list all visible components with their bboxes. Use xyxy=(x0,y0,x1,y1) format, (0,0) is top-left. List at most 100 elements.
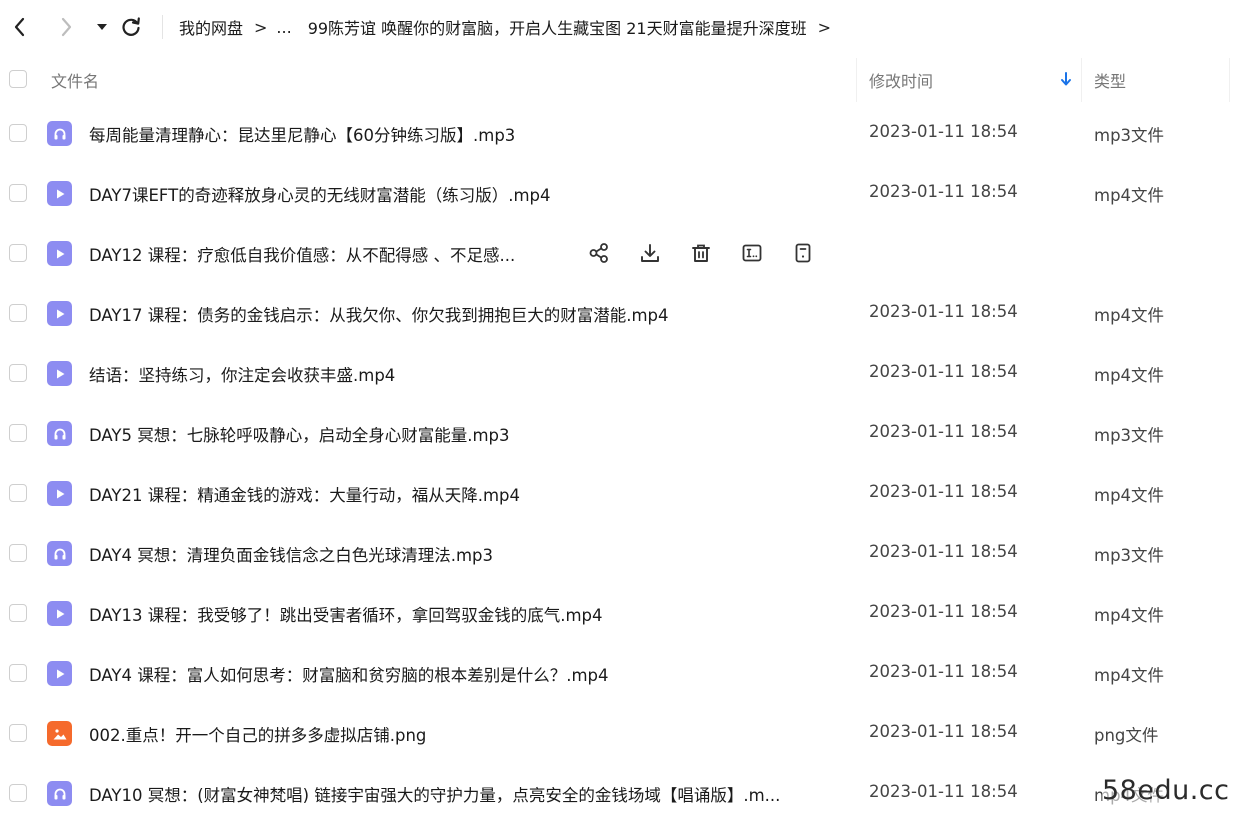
file-type: png文件 xyxy=(1094,726,1159,745)
rename-button[interactable] xyxy=(739,240,765,266)
refresh-icon xyxy=(122,17,140,36)
file-name[interactable]: DAY7课EFT的奇迹释放身心灵的无线财富潜能（练习版）.mp4 xyxy=(89,182,551,206)
video-file-icon xyxy=(47,481,72,506)
forward-button[interactable] xyxy=(52,12,80,42)
column-header-type[interactable]: 类型 xyxy=(1094,68,1126,92)
row-checkbox[interactable] xyxy=(9,664,27,682)
back-button[interactable] xyxy=(6,12,34,42)
row-checkbox[interactable] xyxy=(9,604,27,622)
table-row[interactable]: DAY4 冥想：清理负面金钱信念之白色光球清理法.mp3 2023-01-11 1… xyxy=(0,524,1238,584)
download-button[interactable] xyxy=(637,240,663,266)
column-divider xyxy=(1229,58,1230,102)
rename-icon xyxy=(742,244,762,262)
file-modified-time: 2023-01-11 18:54 xyxy=(869,182,1018,201)
delete-button[interactable] xyxy=(688,240,714,266)
details-button[interactable] xyxy=(790,240,816,266)
file-type: mp4文件 xyxy=(1094,366,1165,385)
file-type: mp4文件 xyxy=(1094,666,1165,685)
file-modified-time: 2023-01-11 18:54 xyxy=(869,602,1018,621)
file-name[interactable]: DAY12 课程：疗愈低自我价值感：从不配得感 、不足感... xyxy=(89,242,515,266)
breadcrumb-current[interactable]: 99陈芳谊 唤醒你的财富脑，开启人生藏宝图 21天财富能量提升深度班 xyxy=(308,15,807,39)
table-row[interactable]: 结语：坚持练习，你注定会收获丰盛.mp4 2023-01-11 18:54 mp4文… xyxy=(0,344,1238,404)
audio-file-icon xyxy=(47,781,72,806)
video-file-icon xyxy=(47,361,72,386)
file-type: mp4文件 xyxy=(1094,486,1165,505)
file-modified-time: 2023-01-11 18:54 xyxy=(869,782,1018,801)
file-type: mp4文件 xyxy=(1094,606,1165,625)
breadcrumb: 我的网盘 > ... 99陈芳谊 唤醒你的财富脑，开启人生藏宝图 21天财富能量… xyxy=(179,14,840,40)
history-dropdown-button[interactable] xyxy=(88,12,116,42)
audio-file-icon xyxy=(47,421,72,446)
table-row[interactable]: DAY17 课程：债务的金钱启示：从我欠你、你欠我到拥抱巨大的财富潜能.mp4 2… xyxy=(0,284,1238,344)
file-type: mp4文件 xyxy=(1094,186,1165,205)
navigation-bar: 我的网盘 > ... 99陈芳谊 唤醒你的财富脑，开启人生藏宝图 21天财富能量… xyxy=(0,0,1238,54)
table-header: 文件名 修改时间 类型 xyxy=(0,54,1238,104)
share-icon xyxy=(589,243,608,263)
column-divider[interactable] xyxy=(1081,58,1082,102)
video-file-icon xyxy=(47,661,72,686)
watermark-text: 58edu.cc xyxy=(1102,775,1230,806)
delete-icon xyxy=(692,244,710,262)
column-divider[interactable] xyxy=(856,58,857,102)
column-header-name[interactable]: 文件名 xyxy=(51,68,99,92)
table-row[interactable]: DAY13 课程：我受够了！跳出受害者循环，拿回驾驭金钱的底气.mp4 2023-… xyxy=(0,584,1238,644)
breadcrumb-separator: > xyxy=(817,17,831,37)
download-icon xyxy=(641,244,659,262)
row-checkbox[interactable] xyxy=(9,544,27,562)
file-name[interactable]: DAY21 课程：精通金钱的游戏：大量行动，福从天降.mp4 xyxy=(89,482,520,506)
breadcrumb-root[interactable]: 我的网盘 xyxy=(179,15,243,39)
file-type: mp4文件 xyxy=(1094,306,1165,325)
select-all-checkbox[interactable] xyxy=(9,70,27,88)
row-checkbox[interactable] xyxy=(9,124,27,142)
file-modified-time: 2023-01-11 18:54 xyxy=(869,122,1018,141)
column-header-modified[interactable]: 修改时间 xyxy=(869,68,933,92)
row-checkbox[interactable] xyxy=(9,784,27,802)
file-type: mp3文件 xyxy=(1094,546,1165,565)
chevron-right-icon xyxy=(61,17,72,37)
file-name[interactable]: DAY4 冥想：清理负面金钱信念之白色光球清理法.mp3 xyxy=(89,542,493,566)
video-file-icon xyxy=(47,241,72,266)
table-row[interactable]: DAY7课EFT的奇迹释放身心灵的无线财富潜能（练习版）.mp4 2023-01-… xyxy=(0,164,1238,224)
row-checkbox[interactable] xyxy=(9,184,27,202)
row-hover-actions xyxy=(586,239,841,267)
row-checkbox[interactable] xyxy=(9,724,27,742)
breadcrumb-ellipsis[interactable]: ... xyxy=(276,18,291,37)
refresh-button[interactable] xyxy=(117,12,145,42)
table-row[interactable]: DAY4 课程：富人如何思考：财富脑和贫穷脑的根本差别是什么？.mp4 2023-… xyxy=(0,644,1238,704)
file-modified-time: 2023-01-11 18:54 xyxy=(869,722,1018,741)
file-modified-time: 2023-01-11 18:54 xyxy=(869,542,1018,561)
file-modified-time: 2023-01-11 18:54 xyxy=(869,302,1018,321)
caret-down-icon xyxy=(97,24,107,30)
video-file-icon xyxy=(47,181,72,206)
file-name[interactable]: DAY4 课程：富人如何思考：财富脑和贫穷脑的根本差别是什么？.mp4 xyxy=(89,662,609,686)
file-modified-time: 2023-01-11 18:54 xyxy=(869,362,1018,381)
table-row[interactable]: DAY5 冥想：七脉轮呼吸静心，启动全身心财富能量.mp3 2023-01-11 … xyxy=(0,404,1238,464)
table-row[interactable]: DAY10 冥想：(财富女神梵唱) 链接宇宙强大的守护力量，点亮安全的金钱场域【… xyxy=(0,764,1238,819)
sort-descending-icon[interactable] xyxy=(1060,71,1072,87)
file-name[interactable]: DAY10 冥想：(财富女神梵唱) 链接宇宙强大的守护力量，点亮安全的金钱场域【… xyxy=(89,782,780,806)
breadcrumb-separator: > xyxy=(254,17,268,37)
row-checkbox[interactable] xyxy=(9,364,27,382)
details-icon xyxy=(795,243,811,263)
file-modified-time: 2023-01-11 18:54 xyxy=(869,482,1018,501)
file-modified-time: 2023-01-11 18:54 xyxy=(869,422,1018,441)
row-checkbox[interactable] xyxy=(9,484,27,502)
file-name[interactable]: 每周能量清理静心：昆达里尼静心【60分钟练习版】.mp3 xyxy=(89,122,515,146)
image-file-icon xyxy=(47,721,72,746)
file-name[interactable]: DAY17 课程：债务的金钱启示：从我欠你、你欠我到拥抱巨大的财富潜能.mp4 xyxy=(89,302,669,326)
row-checkbox[interactable] xyxy=(9,304,27,322)
file-name[interactable]: 002.重点！开一个自己的拼多多虚拟店铺.png xyxy=(89,722,426,746)
share-button[interactable] xyxy=(586,240,612,266)
row-checkbox[interactable] xyxy=(9,424,27,442)
file-name[interactable]: DAY5 冥想：七脉轮呼吸静心，启动全身心财富能量.mp3 xyxy=(89,422,510,446)
nav-divider xyxy=(162,15,163,39)
audio-file-icon xyxy=(47,121,72,146)
table-row[interactable]: DAY21 课程：精通金钱的游戏：大量行动，福从天降.mp4 2023-01-11… xyxy=(0,464,1238,524)
table-row[interactable]: 002.重点！开一个自己的拼多多虚拟店铺.png 2023-01-11 18:54… xyxy=(0,704,1238,764)
table-row[interactable]: 每周能量清理静心：昆达里尼静心【60分钟练习版】.mp3 2023-01-11 1… xyxy=(0,104,1238,164)
file-name[interactable]: DAY13 课程：我受够了！跳出受害者循环，拿回驾驭金钱的底气.mp4 xyxy=(89,602,603,626)
file-type: mp3文件 xyxy=(1094,126,1165,145)
row-checkbox[interactable] xyxy=(9,244,27,262)
video-file-icon xyxy=(47,601,72,626)
file-name[interactable]: 结语：坚持练习，你注定会收获丰盛.mp4 xyxy=(89,362,395,386)
